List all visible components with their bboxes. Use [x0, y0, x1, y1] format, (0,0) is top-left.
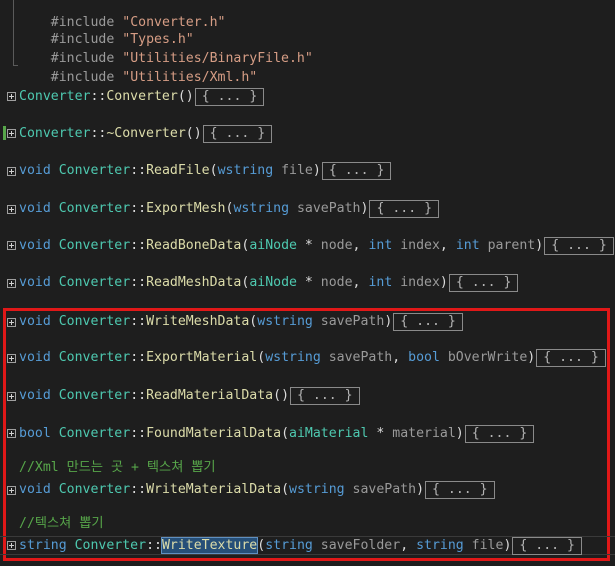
function-line-writetexture[interactable]: string Converter::WriteTexture(string sa… — [19, 536, 582, 555]
include-line[interactable]: #include "Utilities/BinaryFile.h" — [19, 30, 313, 66]
expand-plus-icon[interactable] — [7, 92, 16, 101]
expand-plus-icon[interactable] — [7, 429, 16, 438]
function-line-writematerialdata[interactable]: void Converter::WriteMaterialData(wstrin… — [19, 480, 495, 499]
collapsed-block[interactable]: { ... } — [202, 125, 273, 143]
expand-plus-icon[interactable] — [7, 241, 16, 250]
collapsed-block[interactable]: { ... } — [464, 425, 535, 443]
function-line-exportmesh[interactable]: void Converter::ExportMesh(wstring saveP… — [19, 199, 440, 218]
expand-plus-icon[interactable] — [7, 129, 16, 138]
function-line-foundmaterialdata[interactable]: bool Converter::FoundMaterialData(aiMate… — [19, 424, 535, 443]
collapsed-block[interactable]: { ... } — [194, 88, 265, 106]
code-editor[interactable]: #include "Converter.h" #include "Types.h… — [0, 0, 615, 566]
expand-plus-icon[interactable] — [7, 167, 16, 176]
expand-plus-icon[interactable] — [7, 354, 16, 363]
include-block-guide — [13, 0, 14, 66]
comment-line[interactable]: //텍스쳐 뽑기 — [19, 514, 103, 533]
expand-plus-icon[interactable] — [7, 318, 16, 327]
function-line-readfile[interactable]: void Converter::ReadFile(wstring file){ … — [19, 161, 392, 180]
collapsed-block[interactable]: { ... } — [544, 237, 614, 255]
expand-plus-icon[interactable] — [7, 541, 16, 550]
expand-plus-icon[interactable] — [7, 205, 16, 214]
collapsed-block[interactable]: { ... } — [536, 349, 606, 367]
change-marker — [3, 126, 6, 140]
collapsed-block[interactable]: { ... } — [321, 162, 392, 180]
function-line-destructor[interactable]: Converter::~Converter(){ ... } — [19, 124, 273, 143]
collapsed-block[interactable]: { ... } — [393, 313, 463, 331]
collapsed-block[interactable]: { ... } — [448, 274, 519, 292]
selected-text: WriteTexture — [160, 537, 259, 554]
expand-plus-icon[interactable] — [7, 279, 16, 288]
include-line[interactable]: #include "Types.h" — [19, 11, 194, 47]
function-line-readmaterialdata[interactable]: void Converter::ReadMaterialData(){ ... … — [19, 386, 360, 405]
collapsed-block[interactable]: { ... } — [290, 387, 360, 405]
include-line[interactable]: #include "Utilities/Xml.h" — [19, 49, 257, 85]
function-line-readbonedata[interactable]: void Converter::ReadBoneData(aiNode * no… — [19, 236, 614, 255]
expand-plus-icon[interactable] — [7, 486, 16, 495]
function-line-writemeshdata[interactable]: void Converter::WriteMeshData(wstring sa… — [19, 312, 463, 331]
expand-plus-icon[interactable] — [7, 392, 16, 401]
include-block-guide-end — [13, 65, 18, 66]
collapsed-block[interactable]: { ... } — [369, 200, 440, 218]
function-line-readmeshdata[interactable]: void Converter::ReadMeshData(aiNode * no… — [19, 273, 519, 292]
function-line-exportmaterial[interactable]: void Converter::ExportMaterial(wstring s… — [19, 348, 606, 367]
function-line-constructor[interactable]: Converter::Converter(){ ... } — [19, 87, 265, 106]
collapsed-block[interactable]: { ... } — [512, 537, 582, 555]
collapsed-block[interactable]: { ... } — [425, 481, 495, 499]
comment-line[interactable]: //Xml 만드는 곳 + 텍스쳐 뽑기 — [19, 458, 216, 477]
